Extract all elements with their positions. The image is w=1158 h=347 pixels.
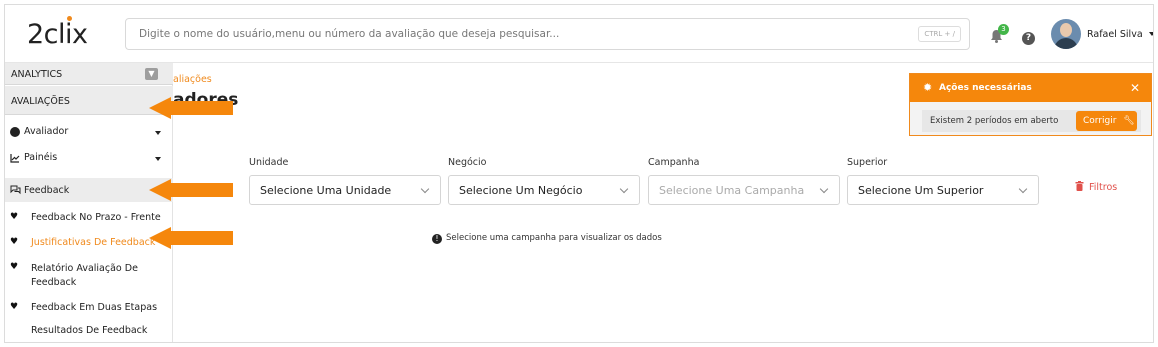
filters-button[interactable]: Filtros [1075, 181, 1117, 193]
sidebar-item-label: Painéis [24, 152, 58, 163]
heart-icon: ♥ [10, 302, 19, 312]
open-periods-alert: Existem 2 períodos em aberto Corrigir 🔧︎ [922, 110, 1141, 132]
global-search-input[interactable]: Digite o nome do usuário,menu ou número … [125, 18, 970, 50]
trash-icon [1075, 181, 1084, 191]
lightbulb-icon: ✹ [923, 81, 933, 94]
empty-state-message: ! Selecione uma campanha para visualizar … [432, 233, 662, 244]
sidebar-subitem-duas-etapas[interactable]: ♥ Feedback Em Duas Etapas [5, 301, 173, 319]
chevron-down-icon [1018, 184, 1028, 194]
actions-required-title: Ações necessárias [939, 83, 1032, 93]
annotation-arrow-avaliacoes [149, 97, 233, 119]
app-logo[interactable]: 2clix [27, 19, 88, 50]
sidebar-subitem-relatorio[interactable]: ♥ Relatório Avaliação De Feedback [5, 261, 173, 291]
negocio-select-value: Selecione Um Negócio [459, 184, 583, 197]
info-icon: ! [432, 234, 442, 244]
sidebar-item-label: Feedback [24, 185, 70, 196]
superior-select-value: Selecione Um Superior [858, 184, 984, 197]
fix-button[interactable]: Corrigir 🔧︎ [1076, 111, 1137, 131]
app-frame: 2clix Digite o nome do usuário,menu ou n… [4, 4, 1154, 343]
sidebar-section-avaliacoes[interactable]: AVALIAÇÕES [5, 86, 173, 115]
campanha-label: Campanha [648, 157, 700, 168]
open-periods-message: Existem 2 períodos em aberto [930, 116, 1059, 126]
shortcut-hint: CTRL + / [918, 26, 961, 42]
filters-label: Filtros [1089, 182, 1118, 193]
notification-count-badge: 3 [998, 24, 1009, 35]
sidebar-subitem-label: Feedback No Prazo - Frente [31, 212, 161, 223]
chevron-down-icon [819, 184, 829, 194]
negocio-select[interactable]: Selecione Um Negócio [448, 175, 640, 205]
avatar-shirt [1054, 38, 1078, 49]
pin-icon[interactable]: ▼ [145, 68, 158, 80]
chevron-down-icon [1148, 32, 1153, 36]
chevron-down-icon [155, 131, 161, 135]
unidade-label: Unidade [249, 157, 289, 168]
negocio-label: Negócio [448, 157, 487, 168]
heart-icon: ♥ [10, 237, 19, 247]
avatar-head [1060, 23, 1072, 37]
heart-icon: ♥ [10, 212, 19, 222]
superior-select[interactable]: Selecione Um Superior [847, 175, 1039, 205]
sidebar-subitem-label: Resultados De Feedback [31, 325, 148, 336]
unidade-select-value: Selecione Uma Unidade [260, 184, 392, 197]
chevron-down-icon [155, 157, 161, 161]
sidebar-subitem-label: Feedback Em Duas Etapas [31, 302, 158, 313]
sidebar-item-avaliador[interactable]: Avaliador [5, 125, 173, 147]
unidade-select[interactable]: Selecione Uma Unidade [249, 175, 441, 205]
wrench-icon: 🔧︎ [1123, 116, 1135, 126]
sidebar-subitem-label-active: Justificativas De Feedback [31, 237, 156, 248]
sidebar-item-feedback[interactable]: Feedback [5, 178, 173, 202]
breadcrumb[interactable]: aliações [173, 74, 212, 85]
sidebar-section-label: ANALYTICS [11, 69, 63, 80]
sidebar-menu: ANALYTICS ▼ AVALIAÇÕES Avaliador Painéis… [5, 63, 173, 342]
campanha-select[interactable]: Selecione Uma Campanha [648, 175, 840, 205]
user-avatar[interactable] [1051, 19, 1081, 49]
feedback-icon [10, 185, 21, 195]
annotation-arrow-justificativas [149, 227, 233, 249]
sidebar-subitem-label: Relatório Avaliação De Feedback [31, 263, 138, 288]
user-circle-icon [10, 127, 20, 137]
actions-required-header: ✹ Ações necessárias ✕ [910, 74, 1151, 102]
sidebar-section-label: AVALIAÇÕES [11, 96, 70, 107]
logo-dot [67, 16, 72, 21]
help-icon[interactable]: ? [1022, 32, 1035, 45]
superior-label: Superior [847, 157, 888, 168]
annotation-arrow-feedback [149, 179, 233, 201]
top-header: 2clix Digite o nome do usuário,menu ou n… [5, 5, 1153, 63]
sidebar-subitem-resultados[interactable]: Resultados De Feedback [5, 324, 173, 342]
sidebar-section-analytics[interactable]: ANALYTICS ▼ [5, 63, 173, 85]
close-icon[interactable]: ✕ [1130, 81, 1140, 95]
user-menu[interactable]: Rafael Silva [1087, 29, 1153, 40]
fix-button-label: Corrigir [1083, 116, 1117, 126]
sidebar-subitem-justificativas[interactable]: ♥ Justificativas De Feedback [5, 236, 173, 254]
chart-icon [10, 154, 20, 163]
chevron-down-icon [420, 184, 430, 194]
campanha-select-value: Selecione Uma Campanha [659, 184, 805, 197]
sidebar-item-label: Avaliador [24, 126, 69, 137]
sidebar-item-paineis[interactable]: Painéis [5, 151, 173, 173]
actions-required-panel: ✹ Ações necessárias ✕ Existem 2 períodos… [909, 73, 1152, 136]
heart-icon: ♥ [10, 262, 19, 272]
chevron-down-icon [619, 184, 629, 194]
user-name: Rafael Silva [1087, 29, 1143, 40]
sidebar-subitem-feedback-no-prazo[interactable]: ♥ Feedback No Prazo - Frente [5, 211, 173, 229]
empty-state-text: Selecione uma campanha para visualizar o… [446, 233, 662, 243]
search-placeholder: Digite o nome do usuário,menu ou número … [139, 28, 560, 40]
